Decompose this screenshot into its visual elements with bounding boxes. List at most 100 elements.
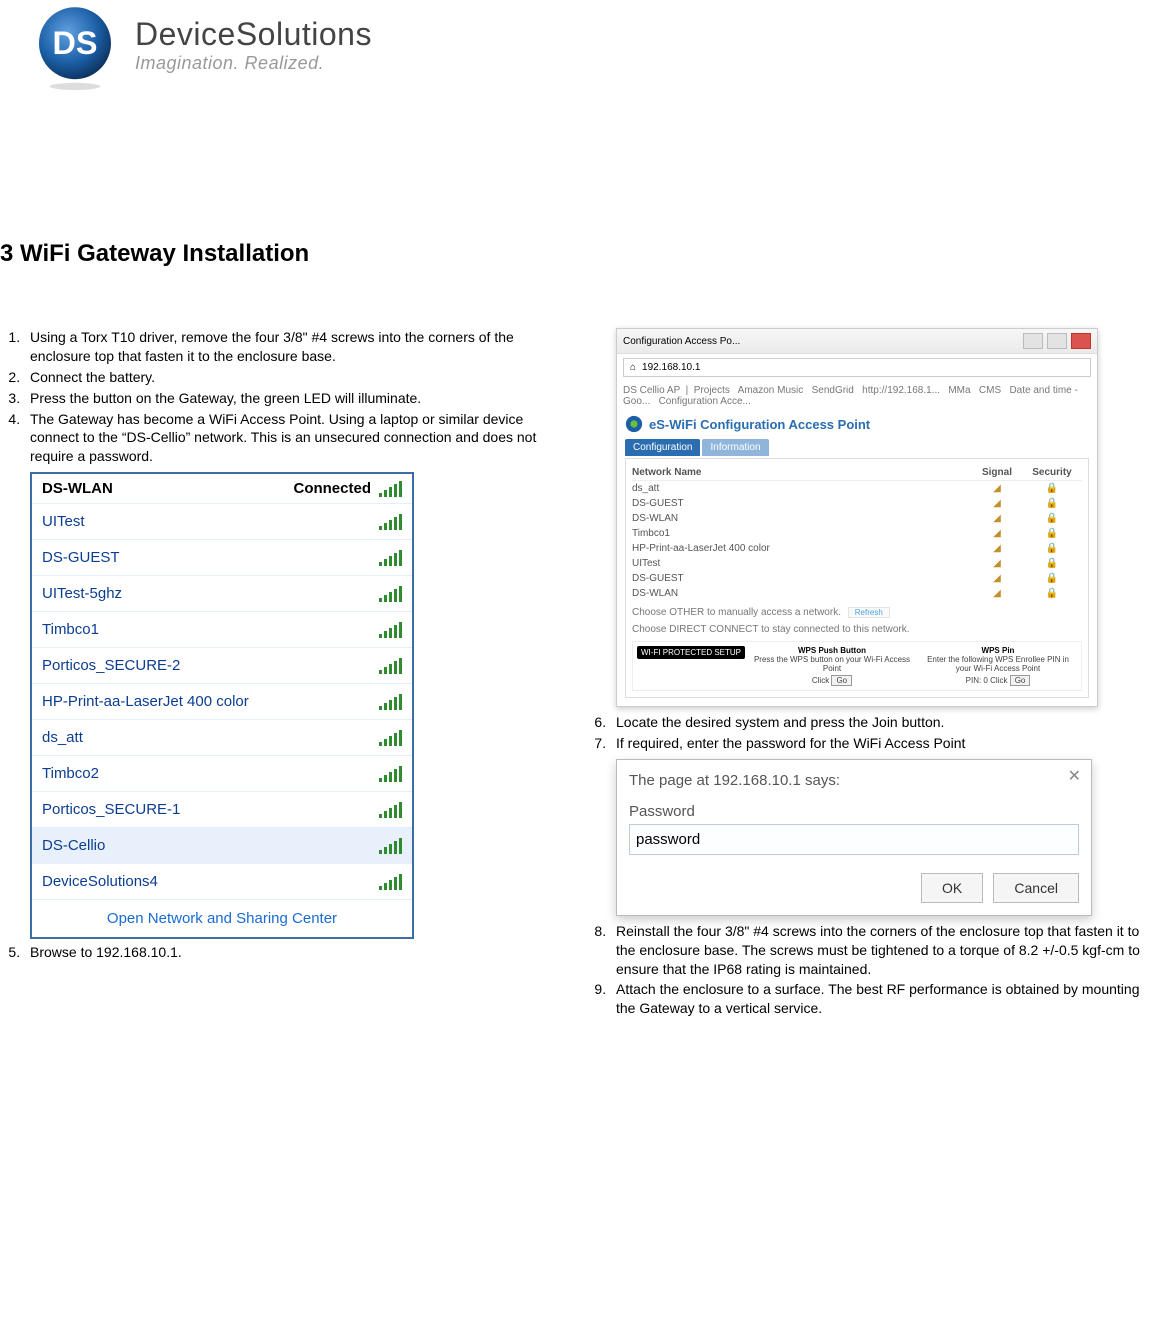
close-icon[interactable]: ✕ xyxy=(1068,766,1081,786)
wifi-network-name: HP-Print-aa-LaserJet 400 color xyxy=(42,693,249,710)
note-other: Choose OTHER to manually access a networ… xyxy=(632,607,841,618)
steps-list-left-cont: Browse to 192.168.10.1. xyxy=(0,943,556,962)
signal-icon xyxy=(379,694,402,710)
signal-icon xyxy=(379,838,402,854)
wps-pin-title: WPS Pin xyxy=(919,646,1077,655)
cfg-network-row[interactable]: Timbco1◢🔒 xyxy=(632,526,1082,541)
wifi-network-name: ds_att xyxy=(42,729,83,746)
signal-icon: ◢ xyxy=(972,588,1022,599)
col-security: Security xyxy=(1022,467,1082,478)
cfg-network-row[interactable]: UITest◢🔒 xyxy=(632,556,1082,571)
wifi-network-row[interactable]: Porticos_SECURE-1 xyxy=(32,792,412,828)
steps-list-right-b: Reinstall the four 3/8" #4 screws into t… xyxy=(586,922,1142,1018)
wifi-network-row[interactable]: HP-Print-aa-LaserJet 400 color xyxy=(32,684,412,720)
logo-mark: DS xyxy=(30,0,120,90)
lock-icon: 🔒 xyxy=(1022,543,1082,554)
col-signal: Signal xyxy=(972,467,1022,478)
wifi-network-name: UITest xyxy=(42,513,85,530)
wifi-network-row[interactable]: DS-GUEST xyxy=(32,540,412,576)
wifi-network-name: UITest-5ghz xyxy=(42,585,122,602)
wps-push-click: Click xyxy=(812,676,829,685)
step-item: Press the button on the Gateway, the gre… xyxy=(24,389,556,408)
wifi-network-name: Timbco2 xyxy=(42,765,99,782)
wifi-network-row[interactable]: Timbco1 xyxy=(32,612,412,648)
home-icon: ⌂ xyxy=(630,362,636,373)
address-bar[interactable]: ⌂ 192.168.10.1 xyxy=(623,358,1091,377)
refresh-button[interactable]: Refresh xyxy=(848,607,890,618)
step-item: Attach the enclosure to a surface. The b… xyxy=(610,980,1142,1018)
wps-push-go-button[interactable]: Go xyxy=(831,675,852,686)
signal-icon: ◢ xyxy=(972,498,1022,509)
step-item: The Gateway has become a WiFi Access Poi… xyxy=(24,410,556,467)
signal-icon xyxy=(379,514,402,530)
signal-icon xyxy=(379,622,402,638)
password-label: Password xyxy=(629,803,1079,820)
dialog-title: The page at 192.168.10.1 says: xyxy=(629,772,1079,789)
brand-tagline: Imagination. Realized. xyxy=(135,53,372,74)
wifi-network-name: Timbco1 xyxy=(42,621,99,638)
cfg-network-row[interactable]: DS-WLAN◢🔒 xyxy=(632,511,1082,526)
step-item: Locate the desired system and press the … xyxy=(610,713,1142,732)
logo-text: DeviceSolutions Imagination. Realized. xyxy=(135,16,372,74)
cfg-network-row[interactable]: DS-GUEST◢🔒 xyxy=(632,496,1082,511)
lock-icon: 🔒 xyxy=(1022,513,1082,524)
config-screenshot: Configuration Access Po... ⌂ 192.168.10.… xyxy=(616,328,1098,707)
lock-icon: 🔒 xyxy=(1022,558,1082,569)
open-network-center-link[interactable]: Open Network and Sharing Center xyxy=(32,900,412,937)
steps-list-left: Using a Torx T10 driver, remove the four… xyxy=(0,328,556,466)
bookmark-bar: DS Cellio AP | Projects Amazon Music Sen… xyxy=(617,381,1097,411)
cfg-network-row[interactable]: ds_att◢🔒 xyxy=(632,481,1082,496)
signal-icon xyxy=(379,766,402,782)
password-input[interactable] xyxy=(629,824,1079,855)
brand-name: DeviceSolutions xyxy=(135,16,372,53)
wifi-network-row[interactable]: Porticos_SECURE-2 xyxy=(32,648,412,684)
lock-icon: 🔒 xyxy=(1022,528,1082,539)
step-item: If required, enter the password for the … xyxy=(610,734,1142,753)
wifi-network-row[interactable]: UITest-5ghz xyxy=(32,576,412,612)
wps-pin-go-button[interactable]: Go xyxy=(1010,675,1031,686)
wifi-network-name: DS-GUEST xyxy=(42,549,120,566)
tab-configuration[interactable]: Configuration xyxy=(625,439,700,456)
step-item: Reinstall the four 3/8" #4 screws into t… xyxy=(610,922,1142,979)
wps-push-column: WPS Push Button Press the WPS button on … xyxy=(753,646,911,686)
step-item: Using a Torx T10 driver, remove the four… xyxy=(24,328,556,366)
close-icon[interactable] xyxy=(1071,333,1091,349)
password-dialog: ✕ The page at 192.168.10.1 says: Passwor… xyxy=(616,759,1092,916)
config-page-title: eS-WiFi Configuration Access Point xyxy=(617,411,1097,437)
col-network-name: Network Name xyxy=(632,467,972,478)
signal-icon xyxy=(379,658,402,674)
wifi-network-name: Porticos_SECURE-1 xyxy=(42,801,180,818)
ok-button[interactable]: OK xyxy=(921,873,983,903)
signal-icon xyxy=(379,586,402,602)
wifi-network-row[interactable]: DS-Cellio xyxy=(32,828,412,864)
tab-information[interactable]: Information xyxy=(702,439,768,456)
signal-icon: ◢ xyxy=(972,513,1022,524)
wifi-network-row[interactable]: Timbco2 xyxy=(32,756,412,792)
cfg-network-row[interactable]: DS-GUEST◢🔒 xyxy=(632,571,1082,586)
signal-icon: ◢ xyxy=(972,543,1022,554)
signal-icon xyxy=(379,481,402,497)
lock-icon: 🔒 xyxy=(1022,483,1082,494)
brand-header: DS DeviceSolutions Imagination. Realized… xyxy=(30,0,1142,90)
wps-pin-column: WPS Pin Enter the following WPS Enrollee… xyxy=(919,646,1077,686)
wifi-network-row[interactable]: ds_att xyxy=(32,720,412,756)
cfg-network-row[interactable]: DS-WLAN◢🔒 xyxy=(632,586,1082,601)
page-title: 3 WiFi Gateway Installation xyxy=(0,240,1142,268)
cfg-network-row[interactable]: HP-Print-aa-LaserJet 400 color◢🔒 xyxy=(632,541,1082,556)
wifi-network-row[interactable]: DeviceSolutions4 xyxy=(32,864,412,900)
wifi-network-row[interactable]: UITest xyxy=(32,504,412,540)
signal-icon xyxy=(379,874,402,890)
minimize-icon[interactable] xyxy=(1023,333,1043,349)
signal-icon: ◢ xyxy=(972,573,1022,584)
signal-icon xyxy=(379,550,402,566)
config-page-title-text: eS-WiFi Configuration Access Point xyxy=(649,417,870,432)
step-item: Connect the battery. xyxy=(24,368,556,387)
window-title: Configuration Access Po... xyxy=(623,336,740,347)
steps-list-right-a: Locate the desired system and press the … xyxy=(586,713,1142,753)
url-text: 192.168.10.1 xyxy=(642,362,700,373)
wifi-panel-header: DS-WLAN Connected xyxy=(32,474,412,504)
maximize-icon[interactable] xyxy=(1047,333,1067,349)
wps-setup-badge: WI-FI PROTECTED SETUP xyxy=(637,646,745,659)
cancel-button[interactable]: Cancel xyxy=(993,873,1079,903)
signal-icon: ◢ xyxy=(972,528,1022,539)
